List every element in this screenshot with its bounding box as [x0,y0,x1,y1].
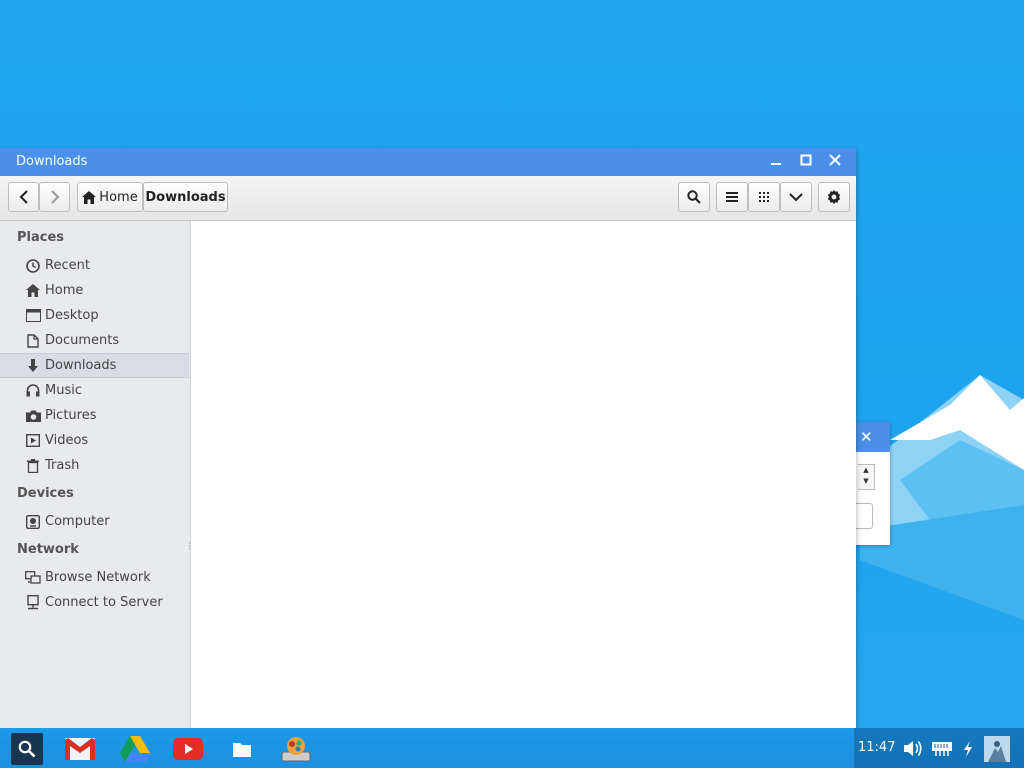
download-icon [28,358,38,372]
view-options-button[interactable] [780,182,812,212]
sidebar-item-label: Pictures [45,408,97,423]
image-editor-app[interactable] [280,733,312,765]
google-drive-app[interactable] [119,733,151,765]
section-devices: Devices [17,486,74,501]
breadcrumb-home[interactable]: Home [77,182,143,212]
sidebar-item-label: Trash [45,458,80,473]
power-plug-icon [964,741,972,757]
headphones-icon [26,384,40,397]
clock[interactable]: 11:47 [858,740,895,755]
user-avatar-icon [984,736,1010,762]
breadcrumb-home-label: Home [99,189,138,205]
drive-icon [26,514,40,529]
volume-button[interactable] [904,740,924,761]
list-view-button[interactable] [716,182,748,212]
volume-icon [904,741,922,756]
server-icon [27,595,39,610]
document-icon [27,333,39,348]
camera-icon [25,410,41,422]
window-titlebar[interactable]: Downloads [0,148,856,176]
close-icon [829,154,841,166]
sidebar-item-computer[interactable]: Computer [0,509,189,534]
network-icon [25,570,41,584]
section-network: Network [17,542,79,557]
folder-icon [233,742,251,757]
sidebar-item-label: Connect to Server [45,595,163,610]
user-menu-button[interactable] [984,736,1010,762]
sidebar-item-label: Documents [45,333,120,348]
clock-icon [26,258,40,273]
sidebar-item-documents[interactable]: Documents [0,328,189,353]
back-button[interactable] [8,182,39,212]
breadcrumb-downloads-label: Downloads [145,189,226,205]
sidebar-item-label: Recent [45,258,90,273]
breadcrumb-downloads[interactable]: Downloads [143,182,228,212]
ethernet-icon [932,742,952,756]
close-icon[interactable]: ✕ [860,428,873,446]
search-icon [687,190,701,204]
drive-icon [120,736,150,762]
sidebar-item-music[interactable]: Music [0,378,189,403]
system-tray: 11:47 [854,728,1024,768]
files-app[interactable] [226,733,258,765]
close-button[interactable] [825,152,845,172]
forward-button[interactable] [39,182,70,212]
power-status[interactable] [962,741,974,761]
settings-button[interactable] [818,182,850,212]
trash-icon [27,458,39,473]
sidebar-item-videos[interactable]: Videos [0,428,189,453]
section-places: Places [17,230,65,245]
chevron-left-icon [19,190,28,204]
maximize-button[interactable] [796,152,816,172]
sidebar-item-label: Music [45,383,82,398]
chevron-down-icon [789,193,803,202]
file-manager-window: Downloads Home Downloads Places Recent H… [0,148,856,728]
grid-view-button[interactable] [748,182,780,212]
home-icon [26,284,40,297]
youtube-icon [173,738,203,760]
sidebar-item-pictures[interactable]: Pictures [0,403,189,428]
launcher-search-button[interactable] [11,733,43,765]
chevron-up-icon[interactable]: ▲ [858,465,874,476]
sidebar-item-browse-network[interactable]: Browse Network [0,565,189,590]
search-icon [18,740,36,758]
taskbar: 11:47 [0,728,1024,768]
spinner-control[interactable]: ▲ ▼ [858,464,875,490]
sidebar-item-label: Computer [45,514,110,529]
chevron-right-icon [50,190,59,204]
video-icon [26,434,40,447]
list-icon [726,192,738,202]
chevron-down-icon[interactable]: ▼ [858,476,874,487]
gear-icon [827,189,841,205]
sidebar-item-label: Videos [45,433,89,448]
sidebar-item-label: Browse Network [45,570,151,585]
grid-icon [758,191,769,202]
sidebar-item-trash[interactable]: Trash [0,453,189,478]
file-view-area[interactable] [191,221,856,728]
toolbar: Home Downloads [0,176,856,221]
home-icon [82,190,97,204]
youtube-app[interactable] [172,733,204,765]
sidebar-item-desktop[interactable]: Desktop [0,303,189,328]
gmail-icon [65,738,95,760]
sidebar-item-recent[interactable]: Recent [0,253,189,278]
maximize-icon [800,154,812,166]
sidebar-item-label: Desktop [45,308,99,323]
sidebar-item-connect-server[interactable]: Connect to Server [0,590,189,615]
network-status[interactable] [932,742,952,760]
minimize-icon [771,163,781,165]
search-button[interactable] [678,182,710,212]
minimize-button[interactable] [766,152,786,172]
app-icon [281,737,311,762]
gmail-app[interactable] [64,733,96,765]
sidebar: Places Recent Home Desktop Documents Dow… [0,221,191,728]
window-title: Downloads [16,154,88,169]
sidebar-item-label: Home [45,283,84,298]
desktop-icon [25,309,41,322]
sidebar-item-home[interactable]: Home [0,278,189,303]
sidebar-item-label: Downloads [45,358,117,373]
sidebar-item-downloads[interactable]: Downloads [0,353,189,378]
